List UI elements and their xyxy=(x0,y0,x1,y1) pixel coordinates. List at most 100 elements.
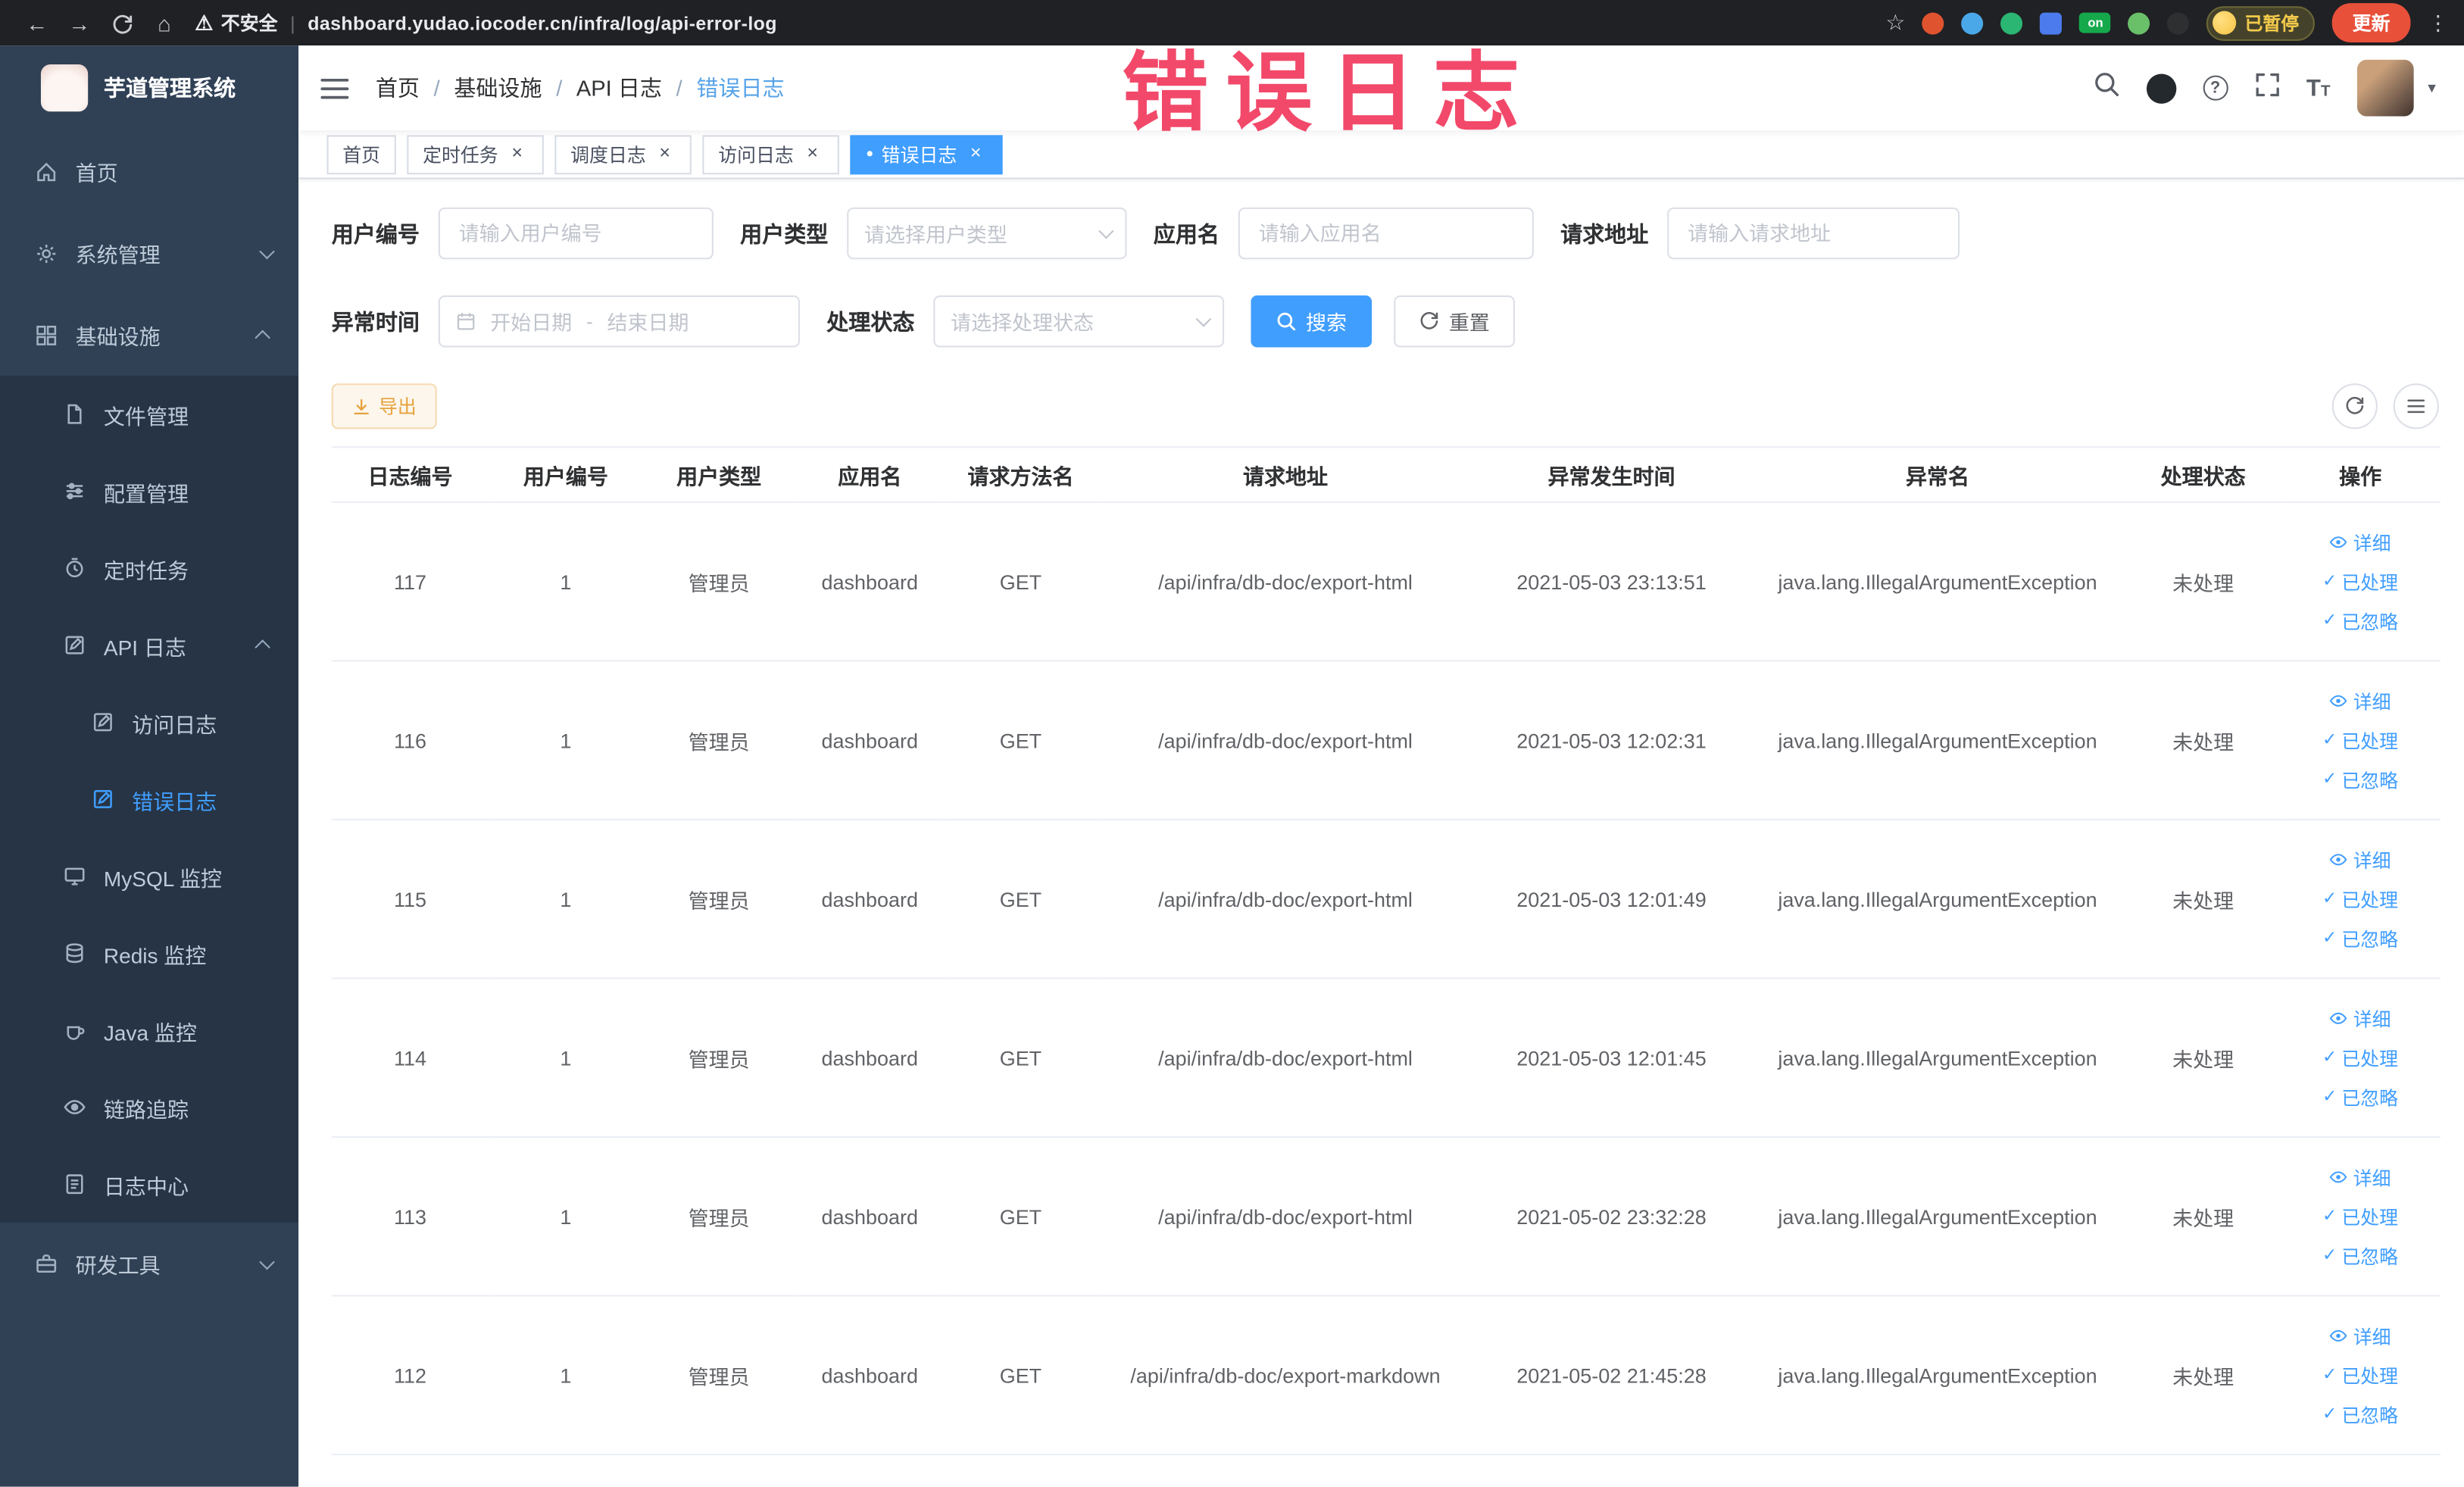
cell-actions: 详细 ✓ 已处理 ✓ 已忽略 xyxy=(2280,819,2441,979)
site-security-chip[interactable]: ⚠ 不安全 xyxy=(195,9,277,36)
extension-icon[interactable] xyxy=(2040,11,2063,34)
tab-access-log[interactable]: 访问日志 × xyxy=(702,134,839,174)
help-icon[interactable]: ? xyxy=(2202,75,2228,101)
app-title: 芋道管理系统 xyxy=(103,75,236,101)
tab-close-icon[interactable]: × xyxy=(654,142,676,165)
extension-icon[interactable] xyxy=(2128,11,2151,34)
mark-processed-link[interactable]: ✓ 已处理 xyxy=(2322,727,2398,754)
sidebar-item-error-log[interactable]: 错误日志 xyxy=(0,761,298,838)
extension-icon[interactable] xyxy=(1922,11,1945,34)
mark-ignored-link[interactable]: ✓ 已忽略 xyxy=(2322,1083,2398,1110)
toolbox-icon xyxy=(35,1251,58,1275)
mark-ignored-link[interactable]: ✓ 已忽略 xyxy=(2322,766,2398,792)
tab-scheduled-tasks[interactable]: 定时任务 × xyxy=(407,134,544,174)
cell-exception-time: 2021-05-03 12:02:31 xyxy=(1473,661,1750,820)
extension-icon[interactable] xyxy=(2167,11,2190,34)
column-settings-button[interactable] xyxy=(2393,383,2439,430)
detail-link[interactable]: 详细 xyxy=(2330,1164,2391,1190)
tab-error-log[interactable]: ● 错误日志 × xyxy=(850,134,1003,174)
tab-home[interactable]: 首页 xyxy=(326,134,396,174)
cell-exception-name: java.lang.IllegalArgumentException xyxy=(1749,1295,2126,1456)
mark-processed-link[interactable]: ✓ 已处理 xyxy=(2322,1362,2398,1389)
mark-ignored-link[interactable]: ✓ 已忽略 xyxy=(2322,1242,2398,1269)
user-type-label: 用户类型 xyxy=(740,220,829,246)
end-date-placeholder: 结束日期 xyxy=(607,311,689,335)
status-select[interactable]: 请选择处理状态 xyxy=(933,295,1225,348)
sidebar-item-file-management[interactable]: 文件管理 xyxy=(0,376,298,453)
cell-request-url: /api/infra/db-doc/export-html xyxy=(1097,978,1474,1139)
sidebar-item-redis-monitor[interactable]: Redis 监控 xyxy=(0,914,298,992)
tab-close-icon[interactable]: × xyxy=(965,142,987,165)
request-url-label: 请求地址 xyxy=(1560,220,1649,246)
reset-button[interactable]: 重置 xyxy=(1394,295,1515,348)
mark-ignored-link[interactable]: ✓ 已忽略 xyxy=(2322,1401,2398,1428)
detail-link[interactable]: 详细 xyxy=(2330,1323,2391,1349)
mark-processed-link[interactable]: ✓ 已处理 xyxy=(2322,886,2398,912)
breadcrumb-item-home[interactable]: 首页 xyxy=(376,72,420,103)
export-button[interactable]: 导出 xyxy=(331,383,437,430)
browser-reload-icon[interactable] xyxy=(101,10,143,36)
fullscreen-icon[interactable] xyxy=(2254,71,2279,105)
document-lines-icon xyxy=(63,1173,86,1196)
tab-close-icon[interactable]: × xyxy=(801,142,823,165)
search-button[interactable]: 搜索 xyxy=(1251,295,1373,348)
browser-home-icon[interactable]: ⌂ xyxy=(143,10,186,35)
cell-user-id: 1 xyxy=(489,501,643,662)
mark-ignored-link[interactable]: ✓ 已忽略 xyxy=(2322,608,2398,634)
user-id-input[interactable] xyxy=(438,207,714,260)
cell-exception-time: 2021-05-02 23:32:28 xyxy=(1473,1136,1750,1297)
monitor-icon xyxy=(63,864,86,888)
browser-back-icon[interactable]: ← xyxy=(16,10,58,35)
cell-request-url: /api/infra/db-doc/export-html xyxy=(1097,661,1474,820)
sidebar-item-system[interactable]: 系统管理 xyxy=(0,212,298,294)
sidebar-toggle-icon[interactable] xyxy=(320,77,349,100)
mark-ignored-link[interactable]: ✓ 已忽略 xyxy=(2322,925,2398,951)
sidebar-item-mysql-monitor[interactable]: MySQL 监控 xyxy=(0,838,298,915)
sidebar-item-log-center[interactable]: 日志中心 xyxy=(0,1145,298,1223)
tab-schedule-log[interactable]: 调度日志 × xyxy=(554,134,692,174)
tab-close-icon[interactable]: × xyxy=(506,142,528,165)
detail-link[interactable]: 详细 xyxy=(2330,846,2391,873)
app-name-input[interactable] xyxy=(1238,207,1534,260)
sidebar-item-dev-tools[interactable]: 研发工具 xyxy=(0,1223,298,1304)
main-panel: 首页 / 基础设施 / API 日志 / 错误日志 ? T T ▾ 首页 定时任… xyxy=(298,45,2464,1487)
browser-forward-icon[interactable]: → xyxy=(58,10,101,35)
user-avatar[interactable] xyxy=(2356,59,2414,117)
sidebar-item-home[interactable]: 首页 xyxy=(0,130,298,212)
font-size-icon[interactable]: TT xyxy=(2306,75,2331,102)
github-icon[interactable] xyxy=(2146,73,2176,103)
bookmark-star-icon[interactable]: ☆ xyxy=(1885,9,1905,36)
extension-icon[interactable] xyxy=(1962,11,1985,34)
sliders-icon xyxy=(63,480,86,503)
sidebar-item-java-monitor[interactable]: Java 监控 xyxy=(0,992,298,1069)
sidebar-item-infrastructure[interactable]: 基础设施 xyxy=(0,294,298,376)
address-bar[interactable]: dashboard.yudao.iocoder.cn/infra/log/api… xyxy=(308,12,777,34)
mark-processed-link[interactable]: ✓ 已处理 xyxy=(2322,1203,2398,1229)
refresh-button[interactable] xyxy=(2331,383,2378,430)
sidebar-item-config-management[interactable]: 配置管理 xyxy=(0,452,298,530)
sidebar-item-access-log[interactable]: 访问日志 xyxy=(0,683,298,761)
browser-menu-icon[interactable]: ⋮ xyxy=(2428,10,2448,35)
app-logo[interactable]: 芋道管理系统 xyxy=(0,45,298,130)
extension-icon[interactable] xyxy=(2000,11,2024,34)
search-icon[interactable] xyxy=(2093,70,2119,105)
sidebar-item-api-log[interactable]: API 日志 xyxy=(0,607,298,684)
check-icon: ✓ xyxy=(2322,1245,2338,1265)
profile-paused-badge[interactable]: 已暂停 xyxy=(2206,5,2315,40)
breadcrumb-item-api-log[interactable]: API 日志 xyxy=(576,72,662,103)
detail-link[interactable]: 详细 xyxy=(2330,688,2391,714)
sidebar-item-trace[interactable]: 链路追踪 xyxy=(0,1069,298,1146)
avatar-caret-icon[interactable]: ▾ xyxy=(2428,80,2435,97)
detail-link[interactable]: 详细 xyxy=(2330,1005,2391,1032)
request-url-input[interactable] xyxy=(1667,207,1960,260)
browser-update-button[interactable]: 更新 xyxy=(2331,3,2411,43)
cell-log-id: 117 xyxy=(331,501,489,662)
mark-processed-link[interactable]: ✓ 已处理 xyxy=(2322,568,2398,595)
user-type-select[interactable]: 请选择用户类型 xyxy=(847,207,1127,260)
detail-link[interactable]: 详细 xyxy=(2330,529,2391,555)
extension-on-badge[interactable]: on xyxy=(2079,12,2112,33)
breadcrumb-item-infrastructure[interactable]: 基础设施 xyxy=(454,72,542,103)
mark-processed-link[interactable]: ✓ 已处理 xyxy=(2322,1045,2398,1071)
exception-time-range-picker[interactable]: 开始日期 - 结束日期 xyxy=(438,295,800,348)
sidebar-item-scheduled-tasks[interactable]: 定时任务 xyxy=(0,530,298,607)
